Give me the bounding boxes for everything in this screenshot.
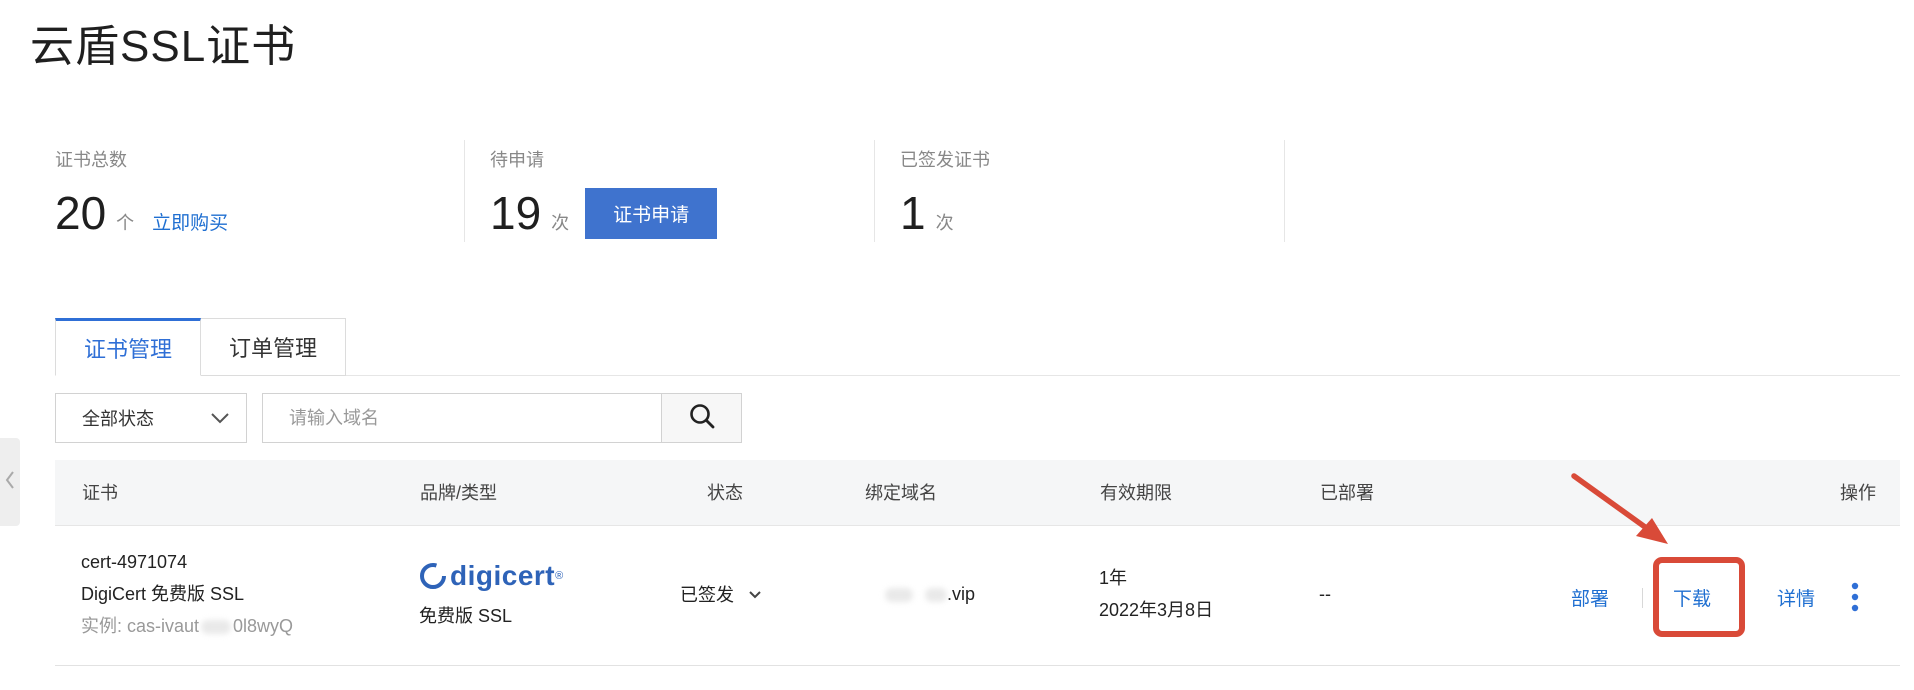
stat-issued-value: 1 xyxy=(900,187,926,239)
status-dropdown[interactable]: 已签发 xyxy=(680,581,762,607)
column-header-brand: 品牌/类型 xyxy=(420,483,498,503)
validity-date: 2022年3月8日 xyxy=(1099,600,1214,620)
status-value: 已签发 xyxy=(680,585,734,605)
certificate-cell: cert-4971074 DigiCert 免费版 SSL 实例: cas-iv… xyxy=(81,546,293,642)
tab-certificate-management[interactable]: 证书管理 xyxy=(55,318,202,376)
brand-cell: digicert ® 免费版 SSL xyxy=(419,556,563,632)
digicert-logo: digicert ® xyxy=(419,556,563,596)
apply-certificate-button[interactable]: 证书申请 xyxy=(585,187,718,239)
stat-pending: 待申请 19 次 证书申请 xyxy=(465,140,875,242)
stat-pending-value: 19 xyxy=(490,187,542,239)
arrow-annotation-icon xyxy=(1570,472,1680,557)
certificate-instance: 实例: cas-ivaut 0l8wyQ xyxy=(81,616,294,636)
sidebar-collapse-handle[interactable] xyxy=(0,438,20,526)
column-header-domain: 绑定域名 xyxy=(865,483,937,503)
details-link[interactable]: 详情 xyxy=(1777,584,1815,611)
column-header-validity: 有效期限 xyxy=(1100,483,1172,503)
column-header-actions: 操作 xyxy=(1840,483,1876,503)
stat-issued-unit: 次 xyxy=(935,213,954,233)
action-separator xyxy=(1642,588,1643,608)
stat-total-value: 20 xyxy=(55,187,107,239)
status-filter-select[interactable]: 全部状态 xyxy=(55,393,247,443)
stat-total: 证书总数 20 个 立即购买 xyxy=(55,140,465,242)
stat-issued: 已签发证书 1 次 xyxy=(875,140,1285,242)
chevron-down-icon xyxy=(748,584,762,605)
column-header-certificate: 证书 xyxy=(82,483,118,503)
search-icon xyxy=(688,402,716,435)
status-filter-value: 全部状态 xyxy=(82,409,154,429)
domain-suffix: .vip xyxy=(947,584,976,604)
validity-cell: 1年 2022年3月8日 xyxy=(1099,562,1213,626)
buy-now-link[interactable]: 立即购买 xyxy=(152,208,228,235)
certificate-id: cert-4971074 xyxy=(81,552,188,572)
stat-issued-label: 已签发证书 xyxy=(900,150,990,170)
tab-order-management[interactable]: 订单管理 xyxy=(201,318,347,376)
brand-type: 免费版 SSL xyxy=(419,606,513,626)
domain-search xyxy=(262,393,742,443)
stat-total-label: 证书总数 xyxy=(55,150,127,170)
validity-period: 1年 xyxy=(1099,568,1128,588)
search-button[interactable] xyxy=(661,394,741,442)
chevron-left-icon xyxy=(5,470,15,495)
stat-pending-unit: 次 xyxy=(551,213,570,233)
column-header-status: 状态 xyxy=(707,483,743,503)
deploy-link[interactable]: 部署 xyxy=(1571,584,1609,611)
more-vertical-icon[interactable] xyxy=(1848,580,1862,619)
page-title: 云盾SSL证书 xyxy=(30,22,297,71)
tab-bar: 证书管理 订单管理 xyxy=(55,318,347,376)
stat-pending-label: 待申请 xyxy=(490,150,544,170)
chevron-down-icon xyxy=(210,408,230,429)
deployed-value: -- xyxy=(1319,584,1331,604)
domain-search-input[interactable] xyxy=(263,394,661,442)
stats-panel: 证书总数 20 个 立即购买 待申请 19 次 证书申请 已签发证书 1 次 xyxy=(55,140,1285,242)
certificate-name: DigiCert 免费版 SSL xyxy=(81,584,245,604)
download-highlight-box xyxy=(1653,557,1745,637)
stat-total-unit: 个 xyxy=(116,213,135,233)
column-header-deployed: 已部署 xyxy=(1320,483,1374,503)
bound-domain: .vip xyxy=(885,584,975,605)
